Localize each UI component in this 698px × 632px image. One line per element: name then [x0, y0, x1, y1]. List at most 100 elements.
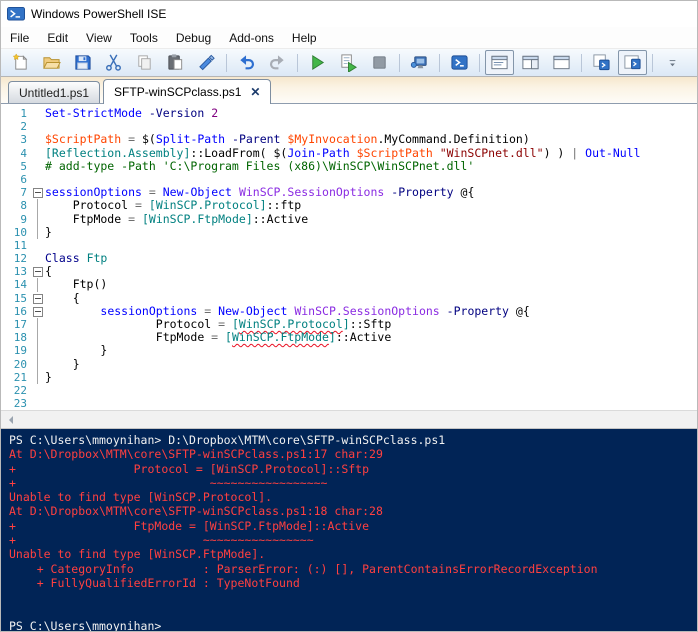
run-selection-button[interactable]: [334, 50, 363, 75]
console-error-line: + ~~~~~~~~~~~~~~~~~: [9, 476, 697, 490]
console-error-line: [9, 590, 697, 604]
fold-gutter: [32, 397, 45, 410]
line-number: 22: [1, 384, 32, 397]
powershell-tab-window-button[interactable]: [587, 50, 616, 75]
stop-operation-icon: [370, 53, 389, 72]
line-number: 1: [1, 107, 32, 120]
show-script-pane-maximized-button[interactable]: [547, 50, 576, 75]
show-script-pane-top-button[interactable]: [485, 50, 514, 75]
console-error-line: + CategoryInfo : ParserError: (:) [], Pa…: [9, 562, 697, 576]
cut-icon: [104, 53, 123, 72]
fold-region-line: [32, 226, 45, 239]
fold-collapse-icon[interactable]: [32, 265, 45, 278]
toolbar-separator: [652, 54, 653, 72]
line-number: 21: [1, 371, 32, 384]
line-number: 2: [1, 120, 32, 133]
undo-button[interactable]: [232, 50, 261, 75]
menu-item-view[interactable]: View: [77, 29, 121, 47]
script-editor-pane[interactable]: 1Set-StrictMode -Version 223$ScriptPath …: [1, 104, 697, 410]
code-text: # add-type -Path 'C:\Program Files (x86)…: [45, 160, 474, 173]
line-number: 9: [1, 213, 32, 226]
save-script-icon: [73, 53, 92, 72]
line-number: 3: [1, 133, 32, 146]
toolbar: [1, 48, 697, 76]
clear-console-pane-button[interactable]: [192, 50, 221, 75]
console-pane[interactable]: PS C:\Users\mmoynihan> D:\Dropbox\MTM\co…: [1, 429, 697, 632]
scroll-left-arrow-icon[interactable]: [5, 416, 13, 424]
code-line-10: 10}: [1, 226, 697, 239]
tab-sftp-winscpclass-ps1[interactable]: SFTP-winSCPclass.ps1✕: [103, 79, 271, 104]
console-error-line: + FtpMode = [WinSCP.FtpMode]::Active: [9, 519, 697, 533]
toolbar-separator: [479, 54, 480, 72]
menu-item-help[interactable]: Help: [283, 29, 326, 47]
code-line-9: 9 FtpMode = [WinSCP.FtpMode]::Active: [1, 213, 697, 226]
new-script-icon: [11, 53, 30, 72]
line-number: 8: [1, 199, 32, 212]
console-error-line: Unable to find type [WinSCP.Protocol].: [9, 490, 697, 504]
tab-close-icon[interactable]: ✕: [250, 86, 260, 98]
menu-item-edit[interactable]: Edit: [38, 29, 77, 47]
code-line-20: 20 }: [1, 358, 697, 371]
fold-region-line: [32, 213, 45, 226]
menu-item-file[interactable]: File: [1, 29, 38, 47]
console-error-line: + ~~~~~~~~~~~~~~~~: [9, 533, 697, 547]
line-number: 23: [1, 397, 32, 410]
paste-icon: [166, 53, 185, 72]
code-text: }: [45, 371, 52, 384]
fold-collapse-icon[interactable]: [32, 186, 45, 199]
window-title: Windows PowerShell ISE: [31, 7, 166, 21]
menu-item-debug[interactable]: Debug: [167, 29, 220, 47]
fold-gutter: [32, 120, 45, 133]
run-script-button[interactable]: [303, 50, 332, 75]
console-output-line: PS C:\Users\mmoynihan>: [9, 619, 697, 632]
show-script-pane-maximized-icon: [552, 53, 571, 72]
fold-gutter: [32, 252, 45, 265]
editor-horizontal-scrollbar[interactable]: [1, 410, 697, 429]
code-line-21: 21}: [1, 371, 697, 384]
copy-button[interactable]: [130, 50, 159, 75]
start-powershell-button[interactable]: [445, 50, 474, 75]
line-number: 16: [1, 305, 32, 318]
paste-button[interactable]: [161, 50, 190, 75]
code-line-19: 19 }: [1, 344, 697, 357]
run-selection-icon: [339, 53, 358, 72]
powershell-console-window-button[interactable]: [618, 50, 647, 75]
toolbar-overflow-icon: [663, 53, 682, 72]
console-error-line: At D:\Dropbox\MTM\core\SFTP-winSCPclass.…: [9, 504, 697, 518]
tab-strip: Untitled1.ps1SFTP-winSCPclass.ps1✕: [1, 76, 697, 104]
toolbar-separator: [226, 54, 227, 72]
menu-bar: FileEditViewToolsDebugAdd-onsHelp: [1, 27, 697, 48]
code-line-1: 1Set-StrictMode -Version 2: [1, 107, 697, 120]
save-script-button[interactable]: [68, 50, 97, 75]
line-number: 4: [1, 147, 32, 160]
line-number: 12: [1, 252, 32, 265]
fold-gutter: [32, 107, 45, 120]
fold-collapse-icon[interactable]: [32, 292, 45, 305]
fold-region-line: [32, 278, 45, 291]
toolbar-overflow-button[interactable]: [658, 50, 687, 75]
open-script-button[interactable]: [37, 50, 66, 75]
open-script-icon: [42, 53, 61, 72]
fold-gutter: [32, 173, 45, 186]
console-error-line: + Protocol = [WinSCP.Protocol]::Sftp: [9, 462, 697, 476]
title-bar: Windows PowerShell ISE: [1, 1, 697, 27]
stop-operation-button[interactable]: [365, 50, 394, 75]
menu-item-addons[interactable]: Add-ons: [220, 29, 283, 47]
fold-gutter: [32, 147, 45, 160]
show-script-pane-right-button[interactable]: [516, 50, 545, 75]
console-error-line: Unable to find type [WinSCP.FtpMode].: [9, 547, 697, 561]
fold-region-line: [32, 318, 45, 331]
cut-button[interactable]: [99, 50, 128, 75]
menu-item-tools[interactable]: Tools: [121, 29, 167, 47]
code-line-23: 23: [1, 397, 697, 410]
new-remote-powershell-tab-button[interactable]: [405, 50, 434, 75]
line-number: 11: [1, 239, 32, 252]
powershell-tab-window-icon: [592, 53, 611, 72]
tab-untitled1-ps1[interactable]: Untitled1.ps1: [8, 81, 100, 103]
redo-button[interactable]: [263, 50, 292, 75]
new-script-button[interactable]: [6, 50, 35, 75]
start-powershell-icon: [450, 53, 469, 72]
fold-collapse-icon[interactable]: [32, 305, 45, 318]
console-error-line: At D:\Dropbox\MTM\core\SFTP-winSCPclass.…: [9, 447, 697, 461]
line-number: 15: [1, 292, 32, 305]
